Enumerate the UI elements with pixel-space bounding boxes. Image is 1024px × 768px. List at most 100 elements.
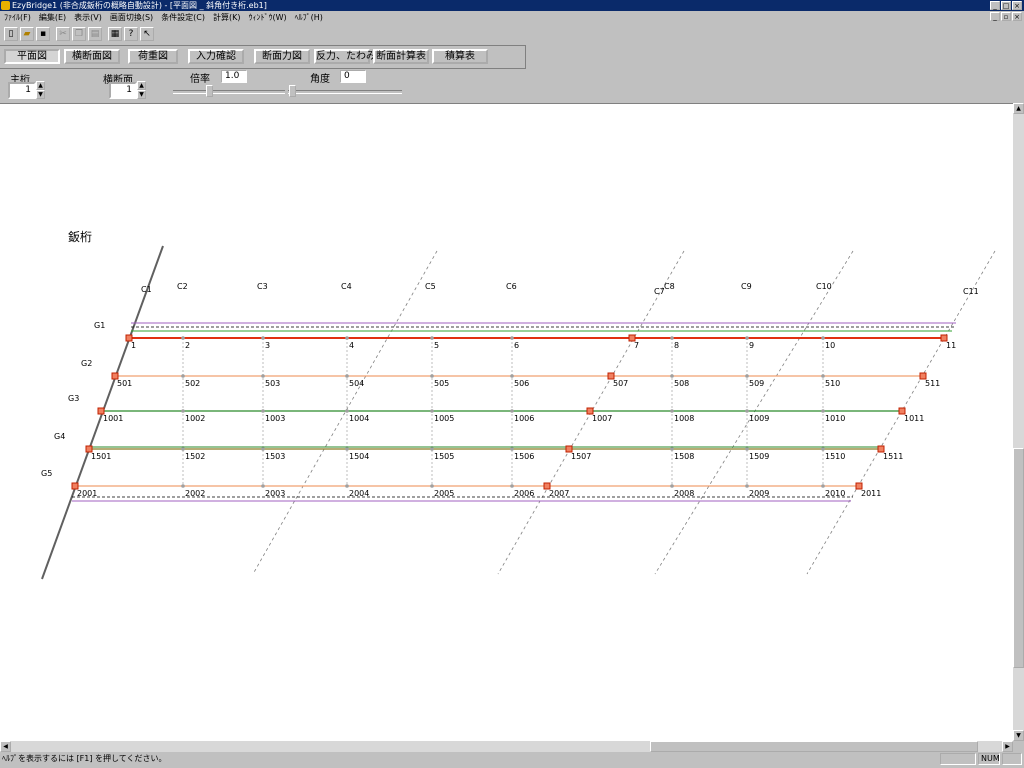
menu-window[interactable]: ｳｨﾝﾄﾞｳ(W) [245, 11, 291, 24]
menu-edit[interactable]: 編集(E) [35, 11, 70, 24]
spin-down-icon[interactable]: ▼ [36, 90, 45, 99]
column-label-c6: C6 [506, 282, 517, 291]
tab-estimate-table[interactable]: 積算表 [432, 49, 488, 64]
vertical-scrollbar[interactable]: ▲ ▼ [1013, 103, 1024, 741]
menu-calculate[interactable]: 計算(K) [209, 11, 245, 24]
node-marker[interactable] [261, 447, 265, 451]
help-icon[interactable]: ? [124, 27, 138, 41]
app-icon[interactable] [1, 1, 10, 10]
node-marker[interactable] [745, 374, 749, 378]
node-marker[interactable] [430, 447, 434, 451]
node-marker[interactable] [821, 409, 825, 413]
close-button[interactable]: × [1012, 1, 1022, 10]
node-marker[interactable] [670, 447, 674, 451]
main-girder-input[interactable]: 1 [8, 82, 36, 99]
node-marker[interactable] [670, 484, 674, 488]
node-marker[interactable] [181, 374, 185, 378]
node-label: 1508 [674, 452, 694, 461]
child-close-button[interactable]: × [1012, 12, 1022, 21]
horizontal-scrollbar[interactable]: ◀ ▶ [0, 741, 1013, 752]
node-marker[interactable] [510, 484, 514, 488]
node-marker[interactable] [821, 336, 825, 340]
copy-icon[interactable]: ❐ [72, 27, 86, 41]
node-label: 1011 [904, 414, 924, 423]
node-marker[interactable] [181, 484, 185, 488]
angle-value: 0 [340, 70, 366, 83]
node-marker[interactable] [745, 447, 749, 451]
node-marker[interactable] [510, 336, 514, 340]
node-marker[interactable] [181, 336, 185, 340]
cut-icon[interactable]: ✂ [56, 27, 70, 41]
node-marker[interactable] [821, 374, 825, 378]
node-marker[interactable] [261, 409, 265, 413]
tab-load-view[interactable]: 荷重図 [128, 49, 178, 64]
scroll-up-icon[interactable]: ▲ [1013, 103, 1024, 114]
node-marker[interactable] [430, 409, 434, 413]
node-marker[interactable] [261, 336, 265, 340]
node-marker[interactable] [745, 409, 749, 413]
open-folder-icon[interactable]: ▰ [20, 27, 34, 41]
spin-up-icon[interactable]: ▲ [36, 81, 45, 90]
vertical-scroll-thumb[interactable] [1013, 448, 1024, 668]
tab-cross-section-view[interactable]: 横断面図 [64, 49, 120, 64]
maximize-button[interactable]: □ [1001, 1, 1011, 10]
node-marker[interactable] [430, 336, 434, 340]
node-marker[interactable] [261, 374, 265, 378]
cross-section-spinner[interactable]: ▲ ▼ [137, 81, 146, 100]
child-restore-button[interactable]: ▫ [1001, 12, 1011, 21]
node-marker[interactable] [745, 336, 749, 340]
scroll-right-icon[interactable]: ▶ [1002, 741, 1013, 752]
menu-view[interactable]: 表示(V) [70, 11, 106, 24]
paste-icon[interactable]: ▤ [88, 27, 102, 41]
node-marker[interactable] [345, 374, 349, 378]
node-marker[interactable] [345, 447, 349, 451]
node-marker[interactable] [345, 484, 349, 488]
node-marker[interactable] [261, 484, 265, 488]
node-marker[interactable] [510, 447, 514, 451]
scroll-left-icon[interactable]: ◀ [0, 741, 11, 752]
minimize-button[interactable]: _ [990, 1, 1000, 10]
node-marker[interactable] [745, 484, 749, 488]
spin-down-icon[interactable]: ▼ [137, 90, 146, 99]
new-file-icon[interactable]: ▯ [4, 27, 18, 41]
scroll-down-icon[interactable]: ▼ [1013, 730, 1024, 741]
girder-label-g1: G1 [94, 321, 105, 330]
node-marker[interactable] [345, 336, 349, 340]
angle-slider[interactable] [289, 85, 296, 97]
node-marker[interactable] [510, 409, 514, 413]
tab-plan-view[interactable]: 平面図 [4, 49, 60, 64]
node-marker[interactable] [430, 374, 434, 378]
node-label: 1504 [349, 452, 369, 461]
context-help-icon[interactable]: ↖ [140, 27, 154, 41]
cross-section-input[interactable]: 1 [109, 82, 137, 99]
node-marker[interactable] [345, 409, 349, 413]
node-marker[interactable] [670, 374, 674, 378]
spin-up-icon[interactable]: ▲ [137, 81, 146, 90]
menu-file[interactable]: ﾌｧｲﾙ(F) [0, 11, 35, 24]
tab-input-check[interactable]: 入力確認 [188, 49, 244, 64]
node-marker[interactable] [821, 484, 825, 488]
menu-conditions[interactable]: 条件設定(C) [157, 11, 209, 24]
column-label-c2: C2 [177, 282, 188, 291]
menu-screen-switch[interactable]: 画面切換(S) [106, 11, 157, 24]
main-girder-spinner[interactable]: ▲ ▼ [36, 81, 45, 100]
node-marker[interactable] [670, 336, 674, 340]
tab-section-force[interactable]: 断面力図 [254, 49, 310, 64]
save-icon[interactable]: ▪ [36, 27, 50, 41]
node-marker[interactable] [510, 374, 514, 378]
print-icon[interactable]: ▦ [108, 27, 122, 41]
node-marker[interactable] [821, 447, 825, 451]
node-label: 507 [613, 379, 628, 388]
drawing-canvas[interactable]: 鈑桁 C1 C2 C3 C4 C5 C6 C7 C8 C9 C10 C11 G1 1 2 3 4 5 6 7 8 9 10… [0, 103, 1013, 742]
node-label: 2009 [749, 489, 769, 498]
menu-help[interactable]: ﾍﾙﾌﾟ(H) [291, 11, 327, 24]
node-marker[interactable] [181, 447, 185, 451]
scale-slider[interactable] [206, 85, 213, 97]
horizontal-scroll-thumb[interactable] [650, 741, 978, 752]
tab-section-calc-table[interactable]: 断面計算表 [373, 49, 429, 64]
node-marker[interactable] [670, 409, 674, 413]
child-minimize-button[interactable]: _ [990, 12, 1000, 21]
tab-reaction-deflection[interactable]: 反力、たわみ [314, 49, 376, 64]
node-marker[interactable] [430, 484, 434, 488]
node-marker[interactable] [181, 409, 185, 413]
